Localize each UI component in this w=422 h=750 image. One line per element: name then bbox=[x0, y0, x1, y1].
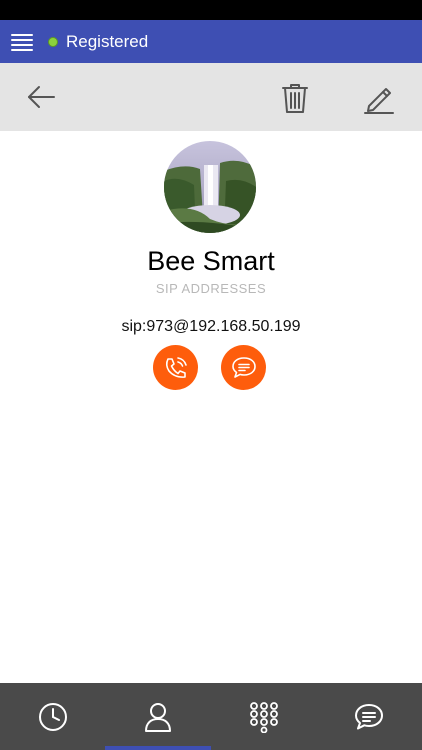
dialpad-icon bbox=[249, 701, 278, 733]
message-button[interactable] bbox=[221, 345, 266, 390]
sip-address: sip:973@192.168.50.199 bbox=[121, 318, 301, 335]
nav-history[interactable] bbox=[0, 683, 105, 750]
history-clock-icon bbox=[38, 702, 67, 731]
bottom-navigation bbox=[0, 683, 422, 750]
chat-bubble-icon bbox=[231, 356, 256, 378]
registration-status-text: Registered bbox=[66, 32, 149, 51]
hamburger-menu-icon[interactable] bbox=[10, 30, 34, 54]
chat-icon bbox=[354, 703, 383, 729]
registration-status-dot bbox=[48, 37, 58, 47]
trash-icon[interactable] bbox=[278, 81, 312, 115]
contact-avatar bbox=[164, 141, 256, 233]
system-status-bar bbox=[0, 0, 422, 20]
top-app-bar: Registered bbox=[0, 20, 422, 63]
active-tab-indicator bbox=[105, 746, 211, 750]
back-arrow-icon[interactable] bbox=[25, 81, 59, 115]
nav-dialpad[interactable] bbox=[211, 683, 316, 750]
phone-icon bbox=[165, 356, 187, 378]
call-button[interactable] bbox=[153, 345, 198, 390]
pencil-icon[interactable] bbox=[362, 81, 396, 115]
nav-chat[interactable] bbox=[316, 683, 421, 750]
contact-name: Bee Smart bbox=[147, 246, 275, 276]
nav-contacts[interactable] bbox=[105, 683, 210, 750]
contact-toolbar bbox=[0, 63, 422, 131]
contacts-person-icon bbox=[144, 702, 171, 732]
sip-addresses-label: SIP ADDRESSES bbox=[155, 281, 267, 296]
